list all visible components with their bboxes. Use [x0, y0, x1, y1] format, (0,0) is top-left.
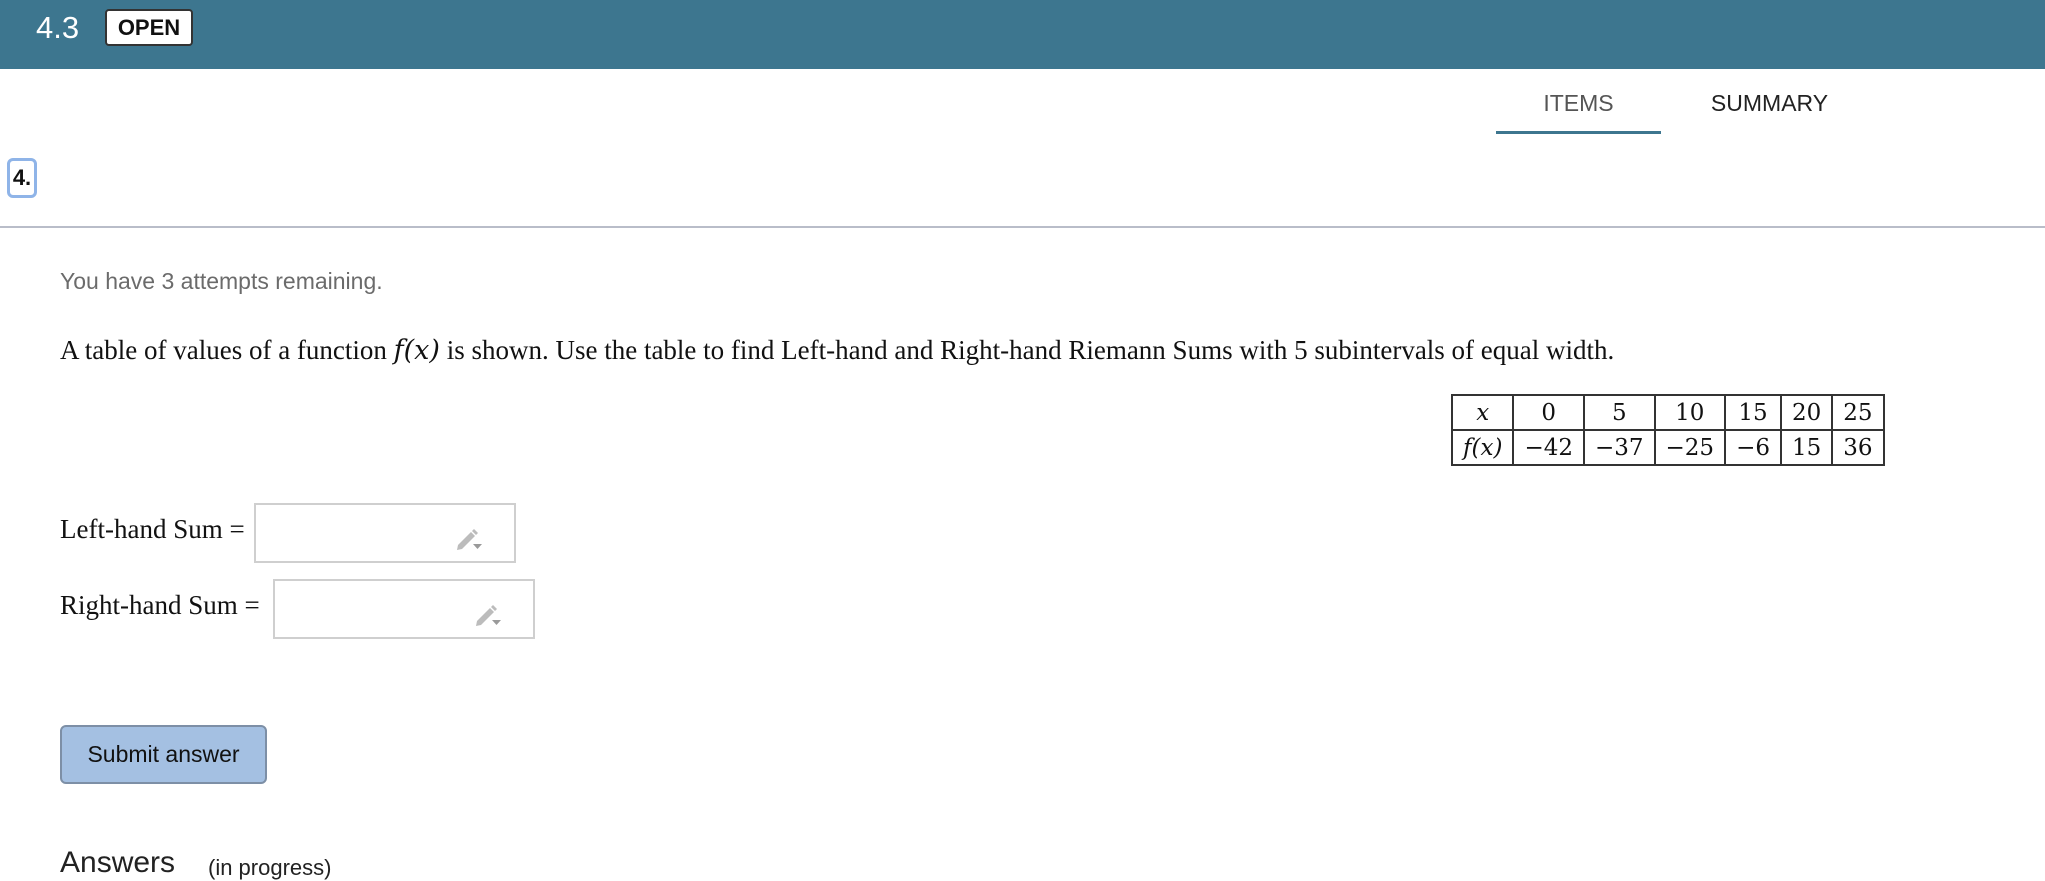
- values-table: x 0 5 10 15 20 25 f(x) −42 −37 −25 −6 15…: [1450, 394, 1885, 466]
- table-row-x: x 0 5 10 15 20 25: [1450, 394, 1885, 431]
- table-cell: −6: [1724, 429, 1782, 466]
- question-number[interactable]: 4.: [7, 158, 37, 198]
- answers-heading: Answers: [60, 846, 176, 879]
- tab-items[interactable]: ITEMS: [1496, 86, 1661, 134]
- right-sum-label: Right-hand Sum =: [60, 590, 260, 620]
- pencil-icon[interactable]: [473, 603, 503, 627]
- table-header-fx: f(x): [1450, 429, 1515, 466]
- answers-status: (in progress): [208, 855, 332, 880]
- table-cell: −42: [1512, 429, 1585, 466]
- table-cell: 15: [1724, 394, 1782, 431]
- left-sum-input[interactable]: [254, 503, 516, 563]
- divider: [0, 226, 2045, 228]
- top-bar: 4.3 OPEN: [0, 0, 2045, 69]
- question-text-before: A table of values of a function: [60, 335, 394, 365]
- table-cell: 0: [1512, 394, 1585, 431]
- status-badge: OPEN: [105, 9, 193, 46]
- table-cell: −25: [1653, 429, 1727, 466]
- table-cell: 25: [1831, 394, 1885, 431]
- table-cell: 10: [1653, 394, 1727, 431]
- table-cell: −37: [1582, 429, 1656, 466]
- tab-summary[interactable]: SUMMARY: [1692, 86, 1847, 134]
- submit-answer-button[interactable]: Submit answer: [60, 725, 267, 784]
- table-cell: 20: [1779, 394, 1834, 431]
- attempts-remaining: You have 3 attempts remaining.: [60, 268, 383, 294]
- function-notation: f(x): [393, 335, 440, 366]
- table-cell: 36: [1831, 429, 1885, 466]
- table-header-x: x: [1450, 394, 1515, 431]
- right-sum-input[interactable]: [273, 579, 535, 639]
- left-sum-label: Left-hand Sum =: [60, 514, 245, 544]
- table-row-fx: f(x) −42 −37 −25 −6 15 36: [1450, 429, 1885, 466]
- table-cell: 5: [1582, 394, 1656, 431]
- question-text-after: is shown. Use the table to find Left-han…: [439, 335, 1615, 365]
- question-text: A table of values of a function f(x) is …: [60, 335, 1614, 366]
- section-number: 4.3: [36, 10, 80, 45]
- table-cell: 15: [1779, 429, 1834, 466]
- pencil-icon[interactable]: [454, 527, 484, 551]
